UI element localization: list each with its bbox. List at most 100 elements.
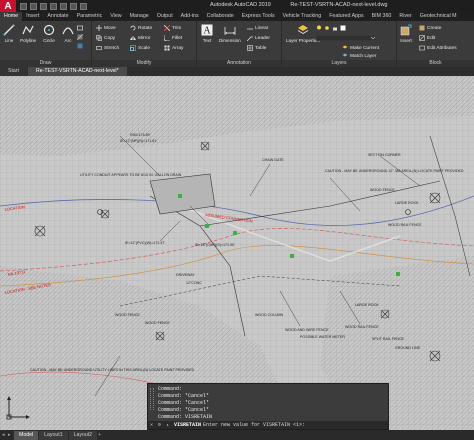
- line-button[interactable]: Line: [3, 24, 15, 43]
- rectangle-tool[interactable]: [77, 25, 83, 31]
- edit-block-icon: [419, 35, 425, 41]
- mirror-button[interactable]: Mirror: [130, 35, 151, 41]
- trim-icon: [164, 25, 170, 31]
- label-utility-conduit: UTILITY CONDUIT APPEARS TO BE 8/10 IN. G…: [80, 173, 182, 177]
- command-prompt: Enter new value for VISRETAIN <1>:: [203, 422, 306, 428]
- layers-panel-title[interactable]: Layers: [282, 60, 396, 67]
- label-driveway: DRIVEWAY: [176, 273, 195, 277]
- tab-parametric[interactable]: Parametric: [73, 12, 107, 21]
- create-block-button[interactable]: Create: [419, 25, 441, 31]
- layer-state-icons[interactable]: [316, 25, 346, 31]
- wrench-icon[interactable]: ⚙: [158, 422, 164, 428]
- gradient-icon: [77, 43, 83, 49]
- lock-icon: [333, 27, 337, 31]
- leader-dropdown[interactable]: Leader: [247, 35, 270, 41]
- tab-layout2[interactable]: Layout2: [68, 430, 98, 440]
- rotate-button[interactable]: Rotate: [130, 25, 152, 31]
- move-button[interactable]: Move: [96, 25, 116, 31]
- tab-manage[interactable]: Manage: [126, 12, 153, 21]
- layers-panel: Layer Properties Make Current Match Laye…: [282, 21, 397, 67]
- tab-vehicle-tracking[interactable]: Vehicle Tracking: [279, 12, 326, 21]
- utility-marker: [396, 272, 400, 276]
- open-icon[interactable]: [30, 2, 37, 10]
- label-caution-wire: CAUTION - MAY BE UNDERGROUND UTILITY LIN…: [30, 368, 195, 372]
- label-wood-rail-fence-2: WOOD RAIL FENCE: [345, 325, 379, 329]
- undo-icon[interactable]: [70, 2, 77, 10]
- arc-icon: [62, 27, 74, 35]
- save-icon[interactable]: [40, 2, 47, 10]
- draw-panel-title[interactable]: Draw: [0, 60, 91, 67]
- hatch-icon: [77, 34, 83, 40]
- fillet-icon: [164, 35, 170, 41]
- tab-annotate[interactable]: Annotate: [43, 12, 72, 21]
- drawing-canvas[interactable]: RIM=176.89' IE=12"(NP)(N)=171.81' CHAIN …: [0, 76, 474, 430]
- table-button[interactable]: Table: [247, 45, 266, 51]
- gradient-tool[interactable]: [77, 43, 83, 49]
- modify-panel-title[interactable]: Modify: [92, 60, 196, 67]
- circle-button[interactable]: Circle: [43, 24, 55, 43]
- utility-marker: [233, 231, 237, 235]
- command-input[interactable]: ✕ ⚙ ▴ VISRETAIN Enter new value for VISR…: [148, 421, 388, 429]
- tab-model[interactable]: Model: [14, 430, 39, 440]
- tab-featured-apps[interactable]: Featured Apps: [325, 12, 367, 21]
- trim-button[interactable]: Trim: [164, 25, 181, 31]
- fillet-button[interactable]: Fillet: [164, 35, 182, 41]
- tab-express-tools[interactable]: Express Tools: [238, 12, 279, 21]
- dimension-icon: [224, 27, 236, 35]
- close-icon[interactable]: ✕: [150, 422, 156, 428]
- tab-home[interactable]: Home: [0, 12, 23, 21]
- create-block-icon: [419, 25, 425, 31]
- autocad-logo[interactable]: A: [0, 0, 16, 12]
- stretch-button[interactable]: Stretch: [96, 45, 119, 51]
- file-tab-drawing[interactable]: Re-TEST-VSRTN-ACAD-next-level*: [27, 67, 127, 76]
- add-layout-icon[interactable]: +: [98, 432, 104, 438]
- svg-text:A: A: [203, 26, 211, 37]
- command-line-grip[interactable]: [150, 388, 154, 410]
- tab-insert[interactable]: Insert: [22, 12, 43, 21]
- tab-river[interactable]: River: [395, 12, 415, 21]
- file-tab-start[interactable]: Start: [0, 67, 27, 76]
- text-icon: A: [201, 24, 213, 36]
- label-ie-cmp-s: IE=18"(CMP)(S)=171.90': [195, 243, 235, 247]
- save-as-icon[interactable]: [50, 2, 57, 10]
- polyline-button[interactable]: Polyline: [20, 24, 36, 43]
- array-button[interactable]: Array: [164, 45, 183, 51]
- tab-output[interactable]: Output: [153, 12, 177, 21]
- mirror-icon: [130, 36, 136, 40]
- annotation-panel-title[interactable]: Annotation: [197, 60, 281, 67]
- command-line-window[interactable]: Command: Command: *Cancel* Command: *Can…: [147, 383, 389, 430]
- drawing-viewport[interactable]: RIM=176.89' IE=12"(NP)(N)=171.81' CHAIN …: [0, 76, 474, 430]
- hatch-tool[interactable]: [77, 34, 83, 40]
- tab-view[interactable]: View: [106, 12, 125, 21]
- chevron-up-icon[interactable]: ▴: [166, 422, 172, 428]
- text-button[interactable]: A Text: [201, 24, 213, 43]
- linear-dim-dropdown[interactable]: Linear: [247, 25, 268, 31]
- copy-button[interactable]: Copy: [96, 35, 115, 41]
- layer-dropdown[interactable]: [316, 35, 376, 41]
- insert-block-icon: [400, 24, 412, 36]
- edit-attributes-button[interactable]: Edit Attributes: [419, 45, 457, 51]
- tab-geotechnical[interactable]: Geotechnical M: [416, 12, 461, 21]
- move-icon: [96, 25, 102, 31]
- new-icon[interactable]: [20, 2, 27, 10]
- tab-layout1[interactable]: Layout1: [39, 430, 68, 440]
- scale-button[interactable]: Scale: [130, 45, 150, 51]
- make-current-button[interactable]: Make Current: [342, 45, 379, 51]
- dimension-button[interactable]: Dimension: [219, 24, 241, 43]
- insert-block-button[interactable]: Insert: [400, 24, 412, 43]
- modify-panel: Move Rotate Trim Copy Mirror Fillet Stre…: [92, 21, 197, 67]
- linear-icon: [247, 28, 253, 30]
- tab-bim-360[interactable]: BIM 360: [368, 12, 396, 21]
- tab-add-ins[interactable]: Add-ins: [177, 12, 203, 21]
- layer-properties-button[interactable]: Layer Properties: [286, 24, 320, 43]
- window-title: Autodesk AutoCAD 2019 Re-TEST-VSRTN-ACAD…: [210, 2, 387, 8]
- block-panel-title[interactable]: Block: [397, 60, 474, 67]
- arc-button[interactable]: Arc: [62, 24, 74, 43]
- annotation-panel: A Text Dimension Linear Leader Table Ann…: [197, 21, 282, 67]
- command-history-line: Command: *Cancel*: [158, 393, 210, 399]
- match-layer-button[interactable]: Match Layer: [342, 53, 376, 59]
- print-icon[interactable]: [60, 2, 67, 10]
- tab-collaborate[interactable]: Collaborate: [203, 12, 238, 21]
- redo-icon[interactable]: [80, 2, 87, 10]
- edit-block-button[interactable]: Edit: [419, 35, 435, 41]
